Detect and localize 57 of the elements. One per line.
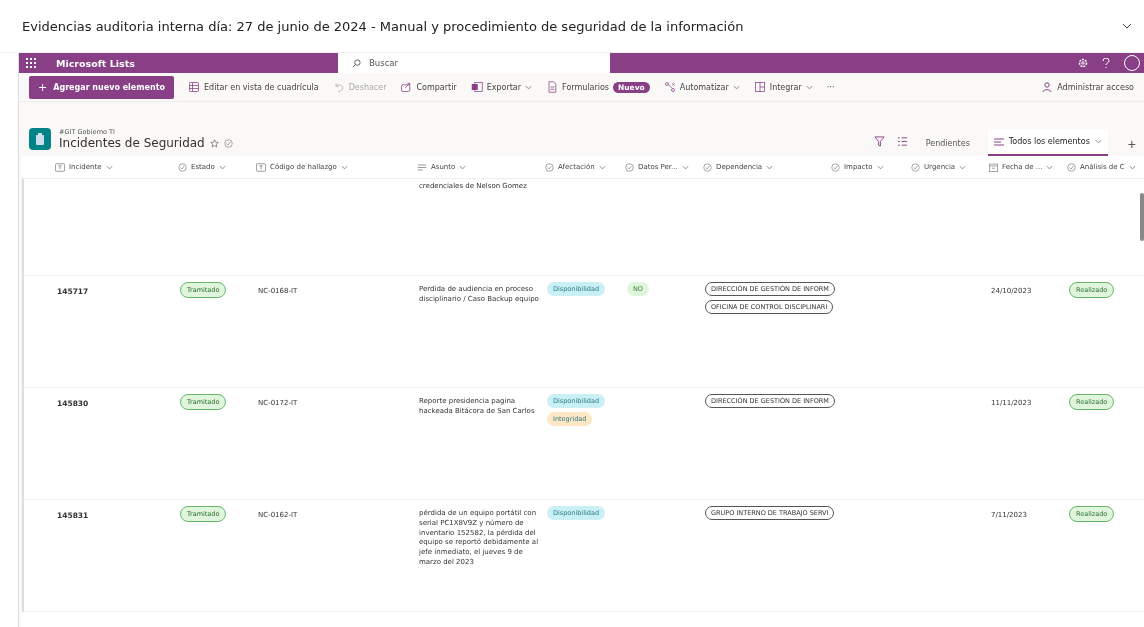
chevron-down-icon (1094, 138, 1102, 145)
help-icon[interactable] (1102, 57, 1110, 69)
chevron-down-icon (598, 163, 606, 171)
check-circle-icon (223, 138, 233, 148)
settings-icon[interactable] (1078, 58, 1088, 68)
list-title: Incidentes de Seguridad (59, 136, 205, 150)
page-title: Evidencias auditoria interna día: 27 de junio de 2024 - Manual y procedimiento de seguridad de la información (22, 18, 744, 34)
chevron-down-icon (876, 163, 884, 171)
text-field-icon (256, 162, 266, 172)
undo-icon (332, 81, 345, 93)
chevron-down-icon[interactable] (1122, 22, 1132, 30)
chevron-down-icon (340, 163, 348, 171)
manage-access-button[interactable]: Administrar acceso (1036, 81, 1140, 93)
text-field-icon (55, 162, 65, 172)
chevron-down-icon (459, 163, 467, 171)
toolbar-button[interactable]: Compartir (400, 81, 457, 93)
view-tab[interactable]: Todos los elementos (987, 129, 1108, 156)
search-field[interactable]: Buscar (338, 53, 610, 73)
list-view-icon[interactable] (896, 136, 908, 147)
check-circle-icon (1067, 162, 1076, 172)
lines-icon (993, 137, 1004, 146)
layout-icon (753, 81, 766, 93)
check-circle-icon (178, 162, 187, 172)
spreadsheet-icon (470, 81, 483, 93)
add-view-button[interactable]: + (1119, 132, 1144, 156)
check-circle-icon (703, 162, 712, 172)
chevron-down-icon (218, 163, 226, 171)
toolbar-button[interactable]: Automatizar (663, 81, 740, 93)
calendar-icon (989, 162, 998, 172)
list-icon (29, 128, 51, 150)
chevron-down-icon (105, 163, 113, 171)
document-icon (546, 81, 559, 93)
check-circle-icon (911, 162, 920, 172)
add-item-button[interactable]: + Agregar nuevo elemento (29, 75, 175, 99)
search-icon (352, 58, 361, 68)
app-launcher-icon[interactable] (26, 58, 36, 68)
share-icon (400, 81, 413, 93)
chevron-down-icon (1046, 163, 1054, 171)
person-icon (1042, 82, 1053, 92)
chevron-down-icon (681, 163, 689, 171)
filter-icon[interactable] (873, 136, 885, 147)
grid-icon (188, 81, 201, 93)
flow-icon (663, 81, 676, 93)
star-icon[interactable] (209, 138, 219, 148)
check-circle-icon (831, 162, 840, 172)
lines-icon (417, 162, 427, 172)
chevron-down-icon (959, 163, 967, 171)
chevron-down-icon (766, 163, 774, 171)
app-name[interactable]: Microsoft Lists (56, 57, 338, 69)
more-button[interactable]: ··· (826, 82, 835, 92)
check-circle-icon (545, 162, 554, 172)
toolbar-button[interactable]: Editar en vista de cuadrícula (188, 81, 319, 93)
toolbar-button[interactable]: Integrar (753, 81, 813, 93)
chevron-down-icon (1128, 163, 1136, 171)
check-circle-icon (625, 162, 634, 172)
toolbar-button[interactable]: Exportar (470, 81, 533, 93)
view-tab[interactable]: Pendientes (919, 131, 976, 156)
